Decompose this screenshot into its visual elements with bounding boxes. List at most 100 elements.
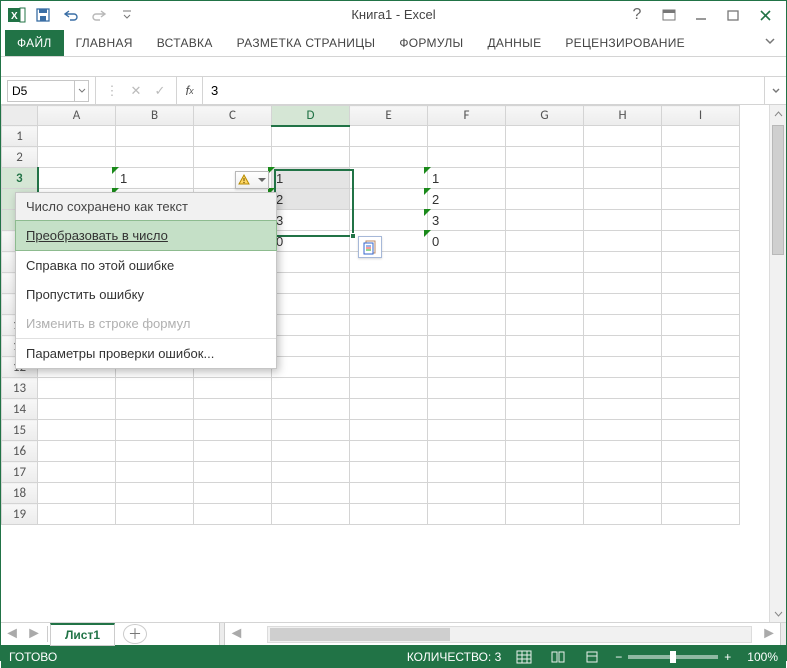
cell[interactable] [662,252,740,273]
cell[interactable] [584,189,662,210]
cell[interactable] [194,462,272,483]
cell[interactable] [584,147,662,168]
cell[interactable]: 0 [428,231,506,252]
cell[interactable] [584,168,662,189]
cell[interactable] [662,189,740,210]
cell[interactable] [584,126,662,147]
cell[interactable] [428,336,506,357]
cell[interactable] [194,147,272,168]
cell[interactable] [662,378,740,399]
row-header[interactable]: 1 [2,126,38,147]
cell[interactable] [428,399,506,420]
cell[interactable] [38,441,116,462]
hscroll-left-button[interactable]: ◄ [225,623,247,645]
column-header[interactable]: B [116,106,194,126]
cell[interactable] [662,126,740,147]
cell[interactable] [116,462,194,483]
close-button[interactable] [752,4,778,26]
cell[interactable] [506,315,584,336]
cell[interactable] [506,168,584,189]
cell[interactable] [584,294,662,315]
cell[interactable] [506,441,584,462]
zoom-slider[interactable] [628,655,718,659]
fx-options-button[interactable]: ⋮ [100,77,124,104]
row-header[interactable]: 13 [2,378,38,399]
context-menu-item-error-options[interactable]: Параметры проверки ошибок... [16,339,276,368]
cell[interactable] [506,420,584,441]
cell[interactable] [272,252,350,273]
ribbon-tab-review[interactable]: РЕЦЕНЗИРОВАНИЕ [553,30,697,56]
cell[interactable] [506,210,584,231]
cell[interactable] [662,315,740,336]
cell[interactable] [116,399,194,420]
cell[interactable] [272,441,350,462]
row-header[interactable]: 17 [2,462,38,483]
formula-input[interactable] [203,77,764,104]
cell[interactable] [428,294,506,315]
column-header[interactable]: F [428,106,506,126]
cell[interactable] [272,483,350,504]
column-header[interactable]: I [662,106,740,126]
cell[interactable]: 2 [428,189,506,210]
zoom-out-button[interactable]: − [615,650,622,664]
cell[interactable] [38,462,116,483]
cell[interactable] [428,462,506,483]
cell[interactable] [194,378,272,399]
paste-options-smarttag[interactable] [358,236,382,258]
ribbon-tab-formulas[interactable]: ФОРМУЛЫ [387,30,475,56]
cell[interactable] [506,231,584,252]
context-menu-item-ignore[interactable]: Пропустить ошибку [16,280,276,309]
cell[interactable] [506,357,584,378]
cell[interactable] [584,315,662,336]
cell[interactable] [584,399,662,420]
row-header[interactable]: 16 [2,441,38,462]
cell[interactable] [194,483,272,504]
cell[interactable] [116,378,194,399]
cell[interactable] [506,273,584,294]
cell[interactable] [350,189,428,210]
cell[interactable]: 3 [428,210,506,231]
undo-button[interactable] [59,4,83,26]
cell[interactable] [194,504,272,525]
cell[interactable] [38,504,116,525]
cell[interactable] [350,483,428,504]
cell[interactable] [584,504,662,525]
cell[interactable] [428,357,506,378]
column-header[interactable]: G [506,106,584,126]
column-header[interactable]: C [194,106,272,126]
cell[interactable] [506,336,584,357]
ribbon-tab-data[interactable]: ДАННЫЕ [475,30,553,56]
cell[interactable] [116,420,194,441]
row-header[interactable]: 15 [2,420,38,441]
cell[interactable] [428,483,506,504]
cell[interactable] [428,378,506,399]
sheet-tab-active[interactable]: Лист1 [50,623,115,646]
cell[interactable] [350,315,428,336]
cell[interactable] [662,147,740,168]
formula-bar-expand-button[interactable] [764,77,786,104]
cell[interactable] [38,399,116,420]
view-page-layout-button[interactable] [547,648,569,666]
hscroll-right-button[interactable]: ► [758,623,780,645]
cell[interactable] [272,126,350,147]
context-menu-item-help[interactable]: Справка по этой ошибке [16,251,276,280]
context-menu-item-convert[interactable]: Преобразовать в число [16,221,276,250]
cell[interactable] [38,420,116,441]
cell[interactable] [662,336,740,357]
cell[interactable] [506,294,584,315]
cell[interactable] [662,441,740,462]
cell[interactable] [584,378,662,399]
cell[interactable] [272,357,350,378]
scroll-up-button[interactable] [770,105,786,122]
cell[interactable] [38,168,116,189]
cell[interactable]: 0 [272,231,350,252]
cell[interactable] [584,420,662,441]
cell[interactable] [662,483,740,504]
maximize-button[interactable] [720,4,746,26]
redo-button[interactable] [87,4,111,26]
cell[interactable] [350,210,428,231]
cell[interactable] [272,378,350,399]
cell[interactable] [38,126,116,147]
cell[interactable] [116,147,194,168]
cell[interactable] [350,378,428,399]
